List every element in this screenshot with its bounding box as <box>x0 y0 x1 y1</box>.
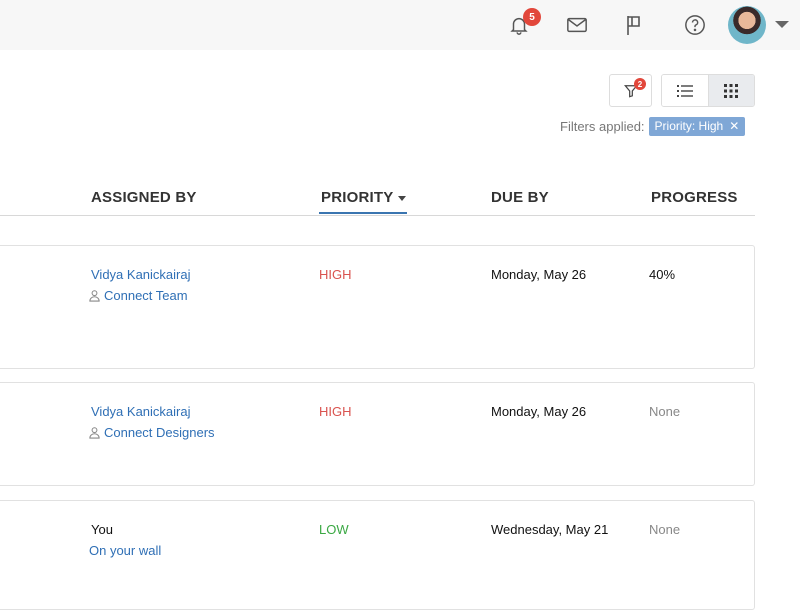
assigned-by-link[interactable]: Vidya Kanickairaj <box>91 267 190 282</box>
assigned-by-text: You <box>91 522 113 537</box>
view-toggle-group <box>661 74 755 107</box>
group-name: On your wall <box>89 543 162 558</box>
group-icon <box>89 290 100 302</box>
group-link[interactable]: Connect Team <box>88 288 188 303</box>
close-icon[interactable]: ✕ <box>729 119 739 133</box>
user-avatar[interactable] <box>728 6 766 44</box>
active-sort-indicator <box>319 212 407 214</box>
column-header-due-by[interactable]: DUE BY <box>491 189 549 206</box>
chevron-down-icon[interactable] <box>775 21 789 28</box>
grid-view-button[interactable] <box>707 75 754 106</box>
group-icon <box>89 427 100 439</box>
task-row[interactable]: Vidya Kanickairaj Connect Team HIGH Mond… <box>0 245 755 369</box>
filter-count-badge: 2 <box>634 78 646 90</box>
column-header-progress[interactable]: PROGRESS <box>651 189 738 206</box>
due-date: Monday, May 26 <box>491 404 587 419</box>
priority-value: HIGH <box>319 404 352 419</box>
task-row[interactable]: You On your wall LOW Wednesday, May 21 N… <box>0 500 755 610</box>
header-divider <box>0 215 755 216</box>
column-header-priority[interactable]: PRIORITY <box>321 189 407 206</box>
grid-view-icon <box>724 83 739 98</box>
filter-button[interactable] <box>609 74 652 107</box>
wall-link[interactable]: On your wall <box>89 543 161 558</box>
progress-value: None <box>649 522 681 537</box>
filter-chip-priority[interactable]: Priority: High ✕ <box>648 116 746 136</box>
list-view-button[interactable] <box>662 75 708 106</box>
task-row[interactable]: Vidya Kanickairaj Connect Designers HIGH… <box>0 382 755 486</box>
filter-chip-label: Priority: High <box>654 119 724 133</box>
flag-icon[interactable] <box>622 13 646 37</box>
sort-desc-icon <box>398 195 407 201</box>
due-date: Wednesday, May 21 <box>491 522 609 537</box>
column-header-assigned-by[interactable]: ASSIGNED BY <box>91 189 197 206</box>
mail-icon[interactable] <box>565 13 589 37</box>
column-header-priority-label: PRIORITY <box>321 189 394 206</box>
group-link[interactable]: Connect Designers <box>88 425 215 440</box>
list-view-icon <box>676 84 693 97</box>
filters-applied-bar: Filters applied: Priority: High ✕ <box>560 116 746 136</box>
due-date: Monday, May 26 <box>491 267 587 282</box>
progress-value: 40% <box>649 267 676 282</box>
progress-value: None <box>649 404 681 419</box>
notification-count-badge: 5 <box>523 8 541 26</box>
group-name: Connect Designers <box>104 425 215 440</box>
priority-value: LOW <box>319 522 349 537</box>
top-navigation-bar: 5 <box>0 0 800 50</box>
help-icon[interactable] <box>683 13 707 37</box>
filters-applied-label: Filters applied: <box>560 118 645 134</box>
priority-value: HIGH <box>319 267 352 282</box>
group-name: Connect Team <box>104 288 188 303</box>
assigned-by-link[interactable]: Vidya Kanickairaj <box>91 404 190 419</box>
